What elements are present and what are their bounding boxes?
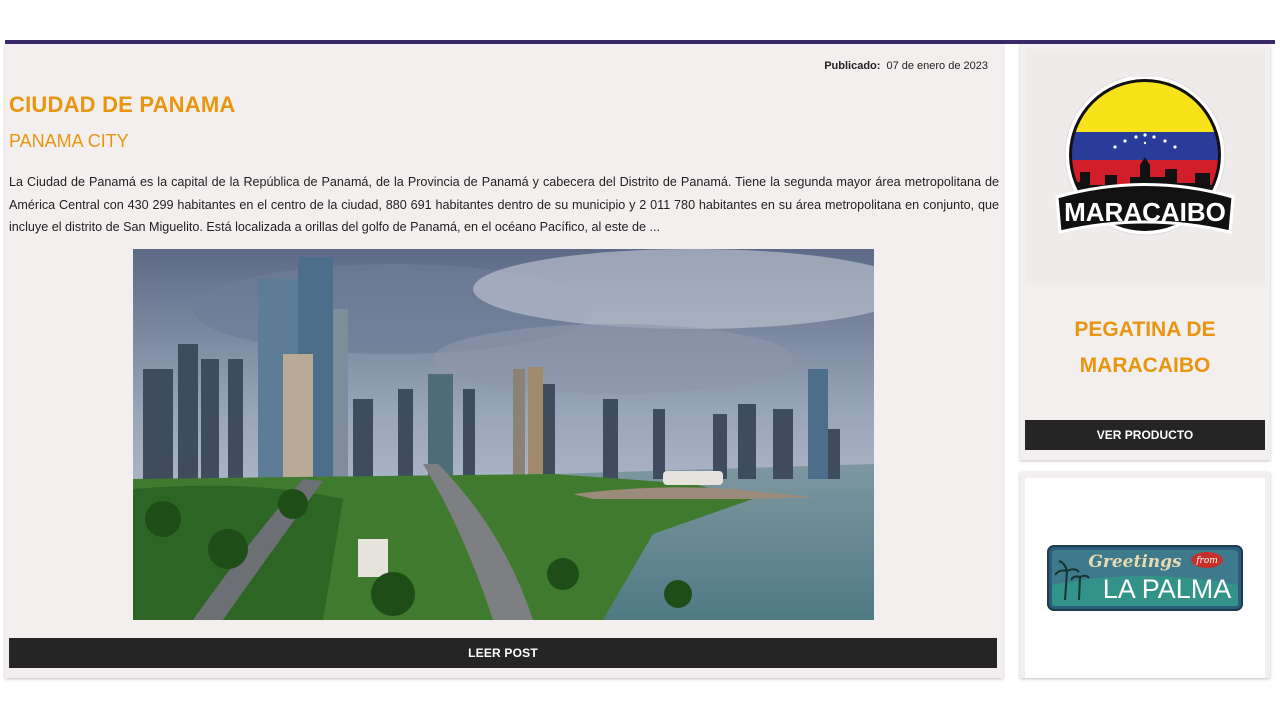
post-excerpt: La Ciudad de Panamá es la capital de la … bbox=[9, 175, 999, 234]
product-card-la-palma: Greetings from LA PALMA bbox=[1020, 472, 1270, 678]
view-product-button[interactable]: VER PRODUCTO bbox=[1025, 420, 1265, 450]
read-post-button[interactable]: LEER POST bbox=[9, 638, 997, 668]
la-palma-sign-image[interactable]: Greetings from LA PALMA bbox=[1025, 478, 1265, 678]
maracaibo-sticker-image[interactable]: MARACAIBO bbox=[1025, 49, 1265, 285]
post-subtitle: PANAMA CITY bbox=[9, 131, 129, 151]
post-title[interactable]: CIUDAD DE PANAMA bbox=[9, 92, 235, 118]
sign-from-text: from bbox=[1195, 556, 1218, 566]
published-label: Publicado: bbox=[824, 60, 881, 72]
product-title-line2: MARACAIBO bbox=[1079, 354, 1211, 377]
sign-main-text: LA PALMA bbox=[1103, 574, 1232, 604]
blog-post-card: Publicado: 07 de enero de 2023 CIUDAD DE … bbox=[5, 44, 1003, 678]
published-info: Publicado: 07 de enero de 2023 bbox=[824, 60, 988, 72]
published-date: 07 de enero de 2023 bbox=[886, 60, 988, 72]
panama-city-photo[interactable] bbox=[133, 249, 874, 620]
sign-script-text: Greetings bbox=[1088, 552, 1182, 572]
product-title-line1: PEGATINA DE bbox=[1074, 318, 1216, 341]
maracaibo-logo-text: MARACAIBO bbox=[1064, 197, 1226, 227]
product-card-maracaibo: MARACAIBO PEGATINA DE MARACAIBO VER PROD… bbox=[1020, 44, 1270, 460]
product-title[interactable]: PEGATINA DE MARACAIBO bbox=[1025, 312, 1265, 384]
